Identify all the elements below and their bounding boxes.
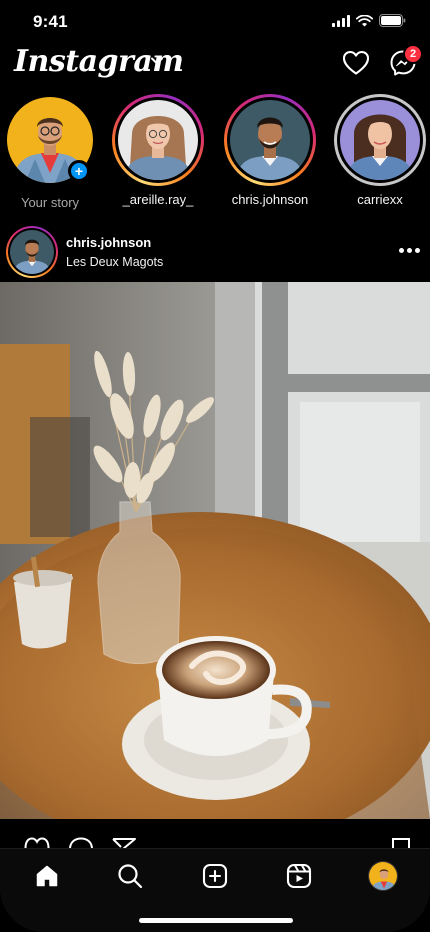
instagram-feed-screen: 9:41 Instagram 2 + Your story _areille.r…	[0, 0, 430, 932]
story-carriexx[interactable]: carriexx	[332, 94, 428, 207]
create-icon	[202, 863, 228, 889]
story-name: Your story	[20, 195, 80, 210]
status-time: 9:41	[33, 12, 68, 31]
story-ring	[224, 94, 316, 186]
nav-reels[interactable]	[279, 859, 319, 893]
story-name: _areille.ray_	[122, 192, 194, 207]
profile-avatar	[368, 861, 398, 891]
reels-icon	[286, 863, 312, 889]
post-actions	[0, 819, 430, 849]
story-areille-ray[interactable]: _areille.ray_	[110, 94, 206, 207]
story-ring	[334, 94, 426, 186]
notification-badge: 2	[403, 44, 423, 64]
app-header: Instagram 2	[0, 44, 430, 90]
status-bar: 9:41	[0, 0, 430, 44]
search-icon	[118, 864, 143, 889]
nav-home[interactable]	[27, 859, 67, 893]
stories-tray: + Your story _areille.ray_ chris.johnson…	[0, 94, 430, 212]
story-chris-johnson[interactable]: chris.johnson	[222, 94, 318, 207]
avatar	[340, 100, 420, 180]
home-icon	[36, 865, 58, 887]
heart-icon[interactable]	[342, 50, 370, 76]
nav-profile[interactable]	[363, 859, 403, 893]
status-indicators	[332, 14, 406, 27]
battery-icon	[379, 14, 406, 27]
story-name: carriexx	[357, 192, 403, 207]
chevron-down-icon[interactable]	[150, 56, 164, 66]
more-options-icon[interactable]	[399, 248, 420, 253]
post-username[interactable]: chris.johnson	[66, 235, 151, 250]
story-name: chris.johnson	[231, 192, 309, 207]
post-location[interactable]: Les Deux Magots	[66, 255, 163, 269]
avatar	[118, 100, 198, 180]
post-author-avatar[interactable]	[6, 226, 58, 278]
home-indicator	[139, 918, 293, 923]
signal-icon	[332, 14, 350, 27]
nav-search[interactable]	[110, 859, 150, 893]
add-story-button[interactable]: +	[68, 160, 90, 182]
avatar	[230, 100, 310, 180]
story-ring	[112, 94, 204, 186]
wifi-icon	[356, 14, 373, 26]
story-your-story[interactable]: + Your story	[2, 94, 98, 210]
nav-create[interactable]	[195, 859, 235, 893]
post-header: chris.johnson Les Deux Magots	[0, 224, 430, 280]
post-image[interactable]	[0, 282, 430, 819]
